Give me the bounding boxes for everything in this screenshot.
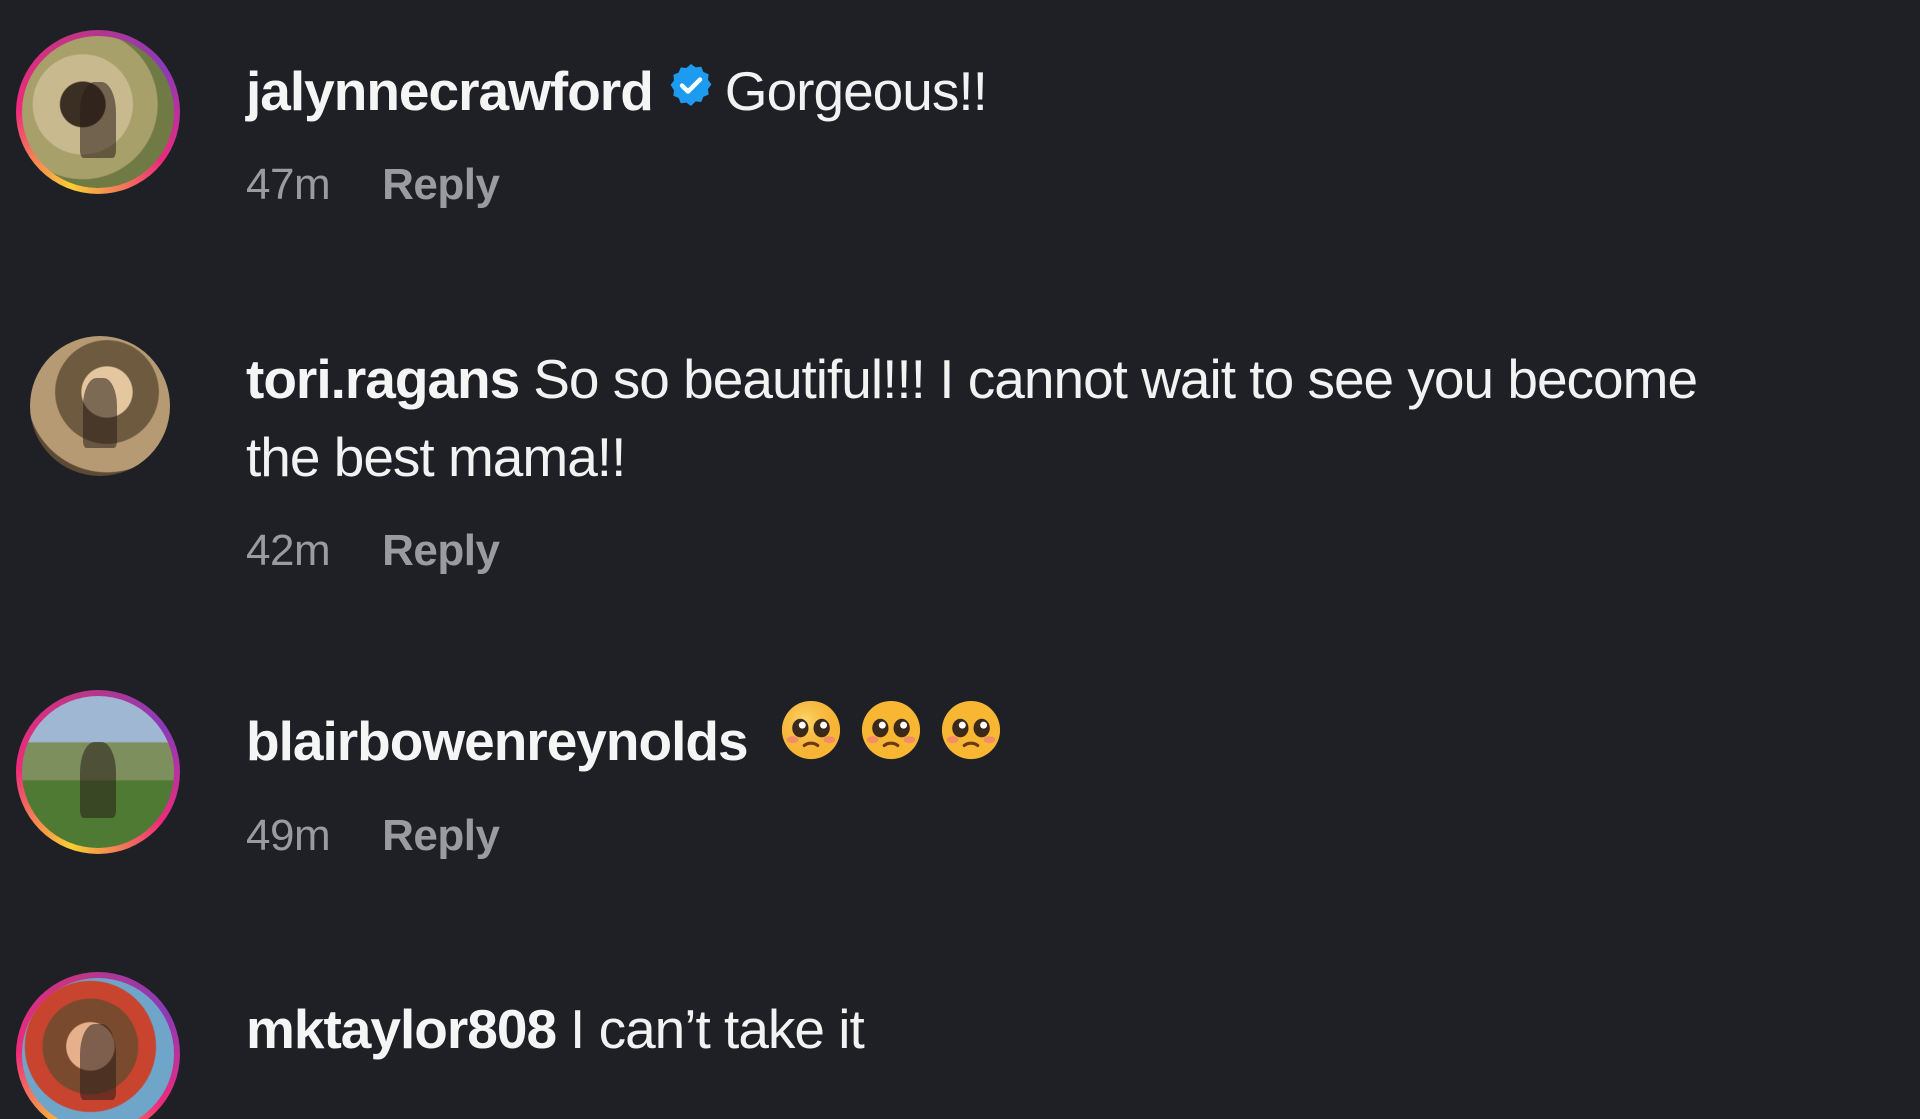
- reply-button[interactable]: Reply: [382, 160, 500, 210]
- comment-text-line: tori.ragans So so beautiful!!! I cannot w…: [246, 340, 1890, 418]
- avatar[interactable]: [16, 972, 180, 1119]
- pleading-face-emoji: [780, 699, 842, 781]
- pleading-face-emoji: [940, 699, 1002, 781]
- comment-text-line: blairbowenreynolds: [246, 699, 1890, 781]
- verified-badge-icon: [667, 51, 715, 129]
- pleading-face-emoji: [860, 699, 922, 781]
- comment-timestamp: 49m: [246, 811, 331, 861]
- avatar[interactable]: [16, 30, 180, 194]
- avatar[interactable]: [30, 336, 170, 476]
- comment-username[interactable]: jalynnecrawford: [246, 60, 654, 122]
- comment-text-line: jalynnecrawford Gorgeous!!: [246, 52, 1890, 130]
- comment-username[interactable]: tori.ragans: [246, 348, 520, 410]
- reply-button[interactable]: Reply: [382, 811, 500, 861]
- comment-meta: 49m Reply: [246, 811, 1890, 861]
- comment-list: jalynnecrawford Gorgeous!! 47m Reply tori.…: [0, 0, 1920, 1119]
- comment-text-line: mktaylor808 I can’t take it: [246, 990, 1890, 1068]
- comment-text-line: the best mama!!: [246, 418, 1890, 496]
- comment-body: I can’t take it: [570, 998, 865, 1060]
- comment-timestamp: 47m: [246, 160, 331, 209]
- comment-body: Gorgeous!!: [724, 60, 988, 122]
- comment-meta: 42m Reply: [246, 526, 1890, 576]
- comment-username[interactable]: mktaylor808: [246, 998, 557, 1060]
- comment-username[interactable]: blairbowenreynolds: [246, 710, 749, 772]
- reply-button[interactable]: Reply: [382, 526, 500, 576]
- comment-meta: 47m Reply: [246, 160, 1890, 210]
- avatar[interactable]: [16, 690, 180, 854]
- comment-timestamp: 42m: [246, 526, 331, 575]
- comment-body: So so beautiful!!! I cannot wait to see …: [533, 348, 1698, 410]
- comment-body-continued: the best mama!!: [246, 426, 626, 488]
